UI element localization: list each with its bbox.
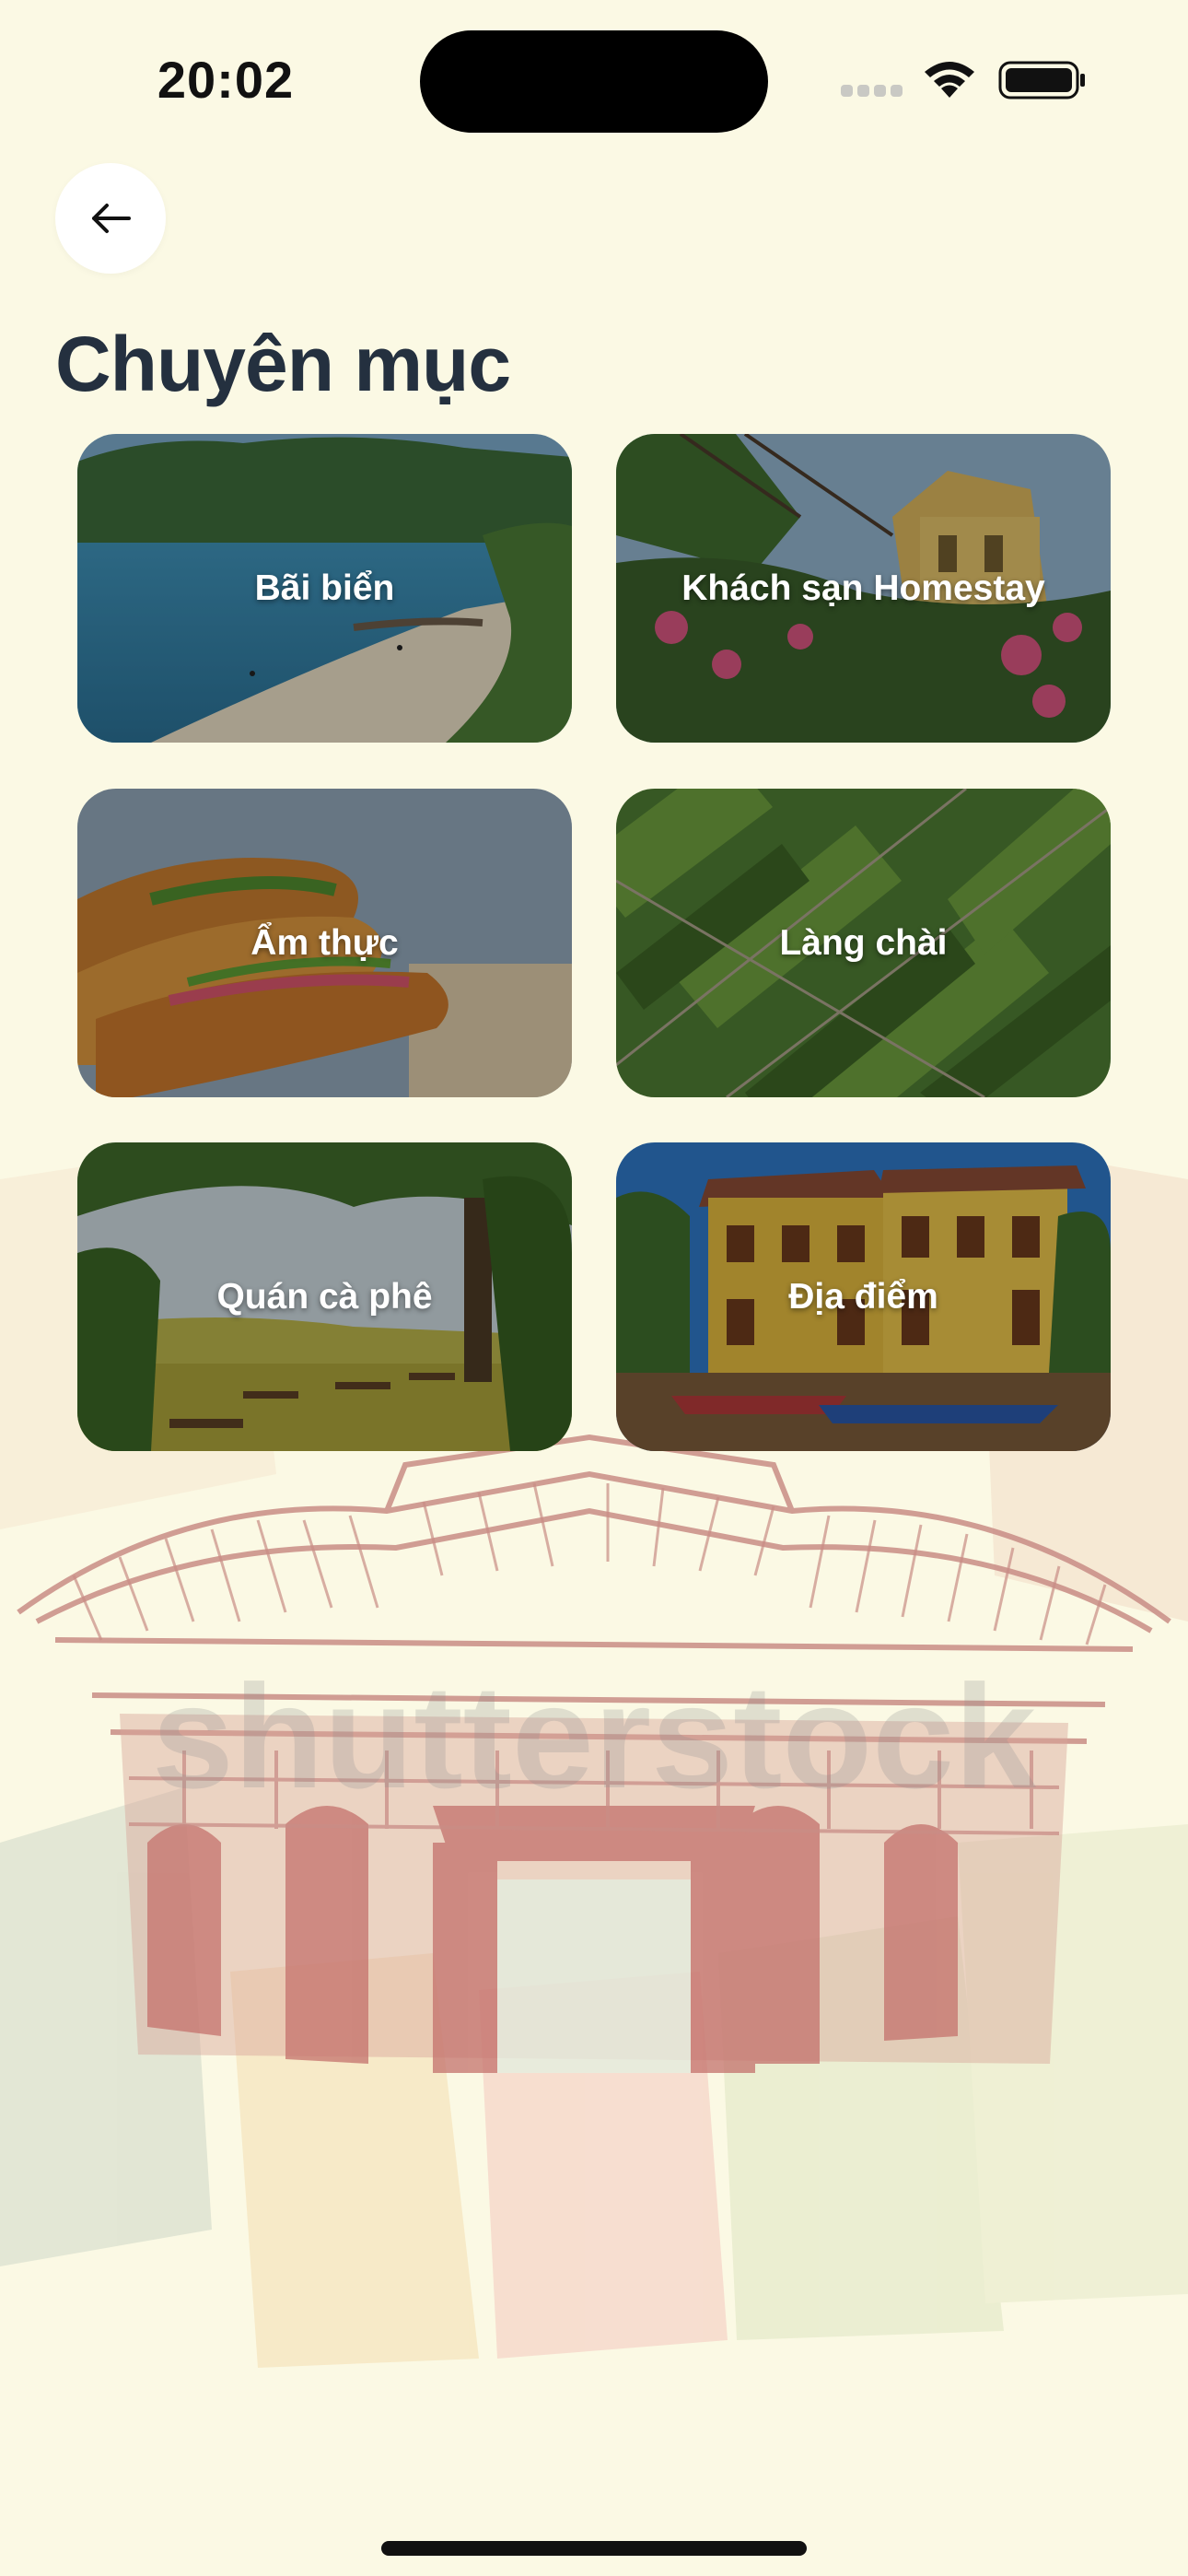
battery-icon	[998, 61, 1085, 100]
category-card-fishing-village[interactable]: Làng chài	[616, 789, 1111, 1097]
cellular-signal-icon	[841, 85, 905, 98]
category-card-food[interactable]: Ẩm thực	[77, 789, 572, 1097]
screen: shutterstock 20:02 Chuyên mục Bãi biển K…	[0, 0, 1188, 2576]
arrow-left-icon	[92, 204, 131, 233]
category-card-cafe[interactable]: Quán cà phê	[77, 1142, 572, 1451]
svg-text:shutterstock: shutterstock	[152, 1654, 1037, 1819]
dynamic-island	[420, 30, 768, 133]
category-label: Ẩm thực	[250, 922, 399, 963]
category-card-homestay[interactable]: Khách sạn Homestay	[616, 434, 1111, 743]
category-label: Khách sạn Homestay	[681, 568, 1045, 608]
page-title: Chuyên mục	[55, 321, 511, 407]
category-label: Bãi biển	[254, 568, 395, 608]
home-indicator[interactable]	[381, 2541, 807, 2556]
category-card-places[interactable]: Địa điểm	[616, 1142, 1111, 1451]
category-card-beach[interactable]: Bãi biển	[77, 434, 572, 743]
status-time: 20:02	[157, 51, 295, 109]
wifi-icon	[925, 62, 974, 98]
back-button[interactable]	[55, 163, 166, 274]
category-label: Địa điểm	[788, 1276, 938, 1317]
category-label: Quán cà phê	[216, 1276, 433, 1317]
category-label: Làng chài	[779, 922, 948, 963]
